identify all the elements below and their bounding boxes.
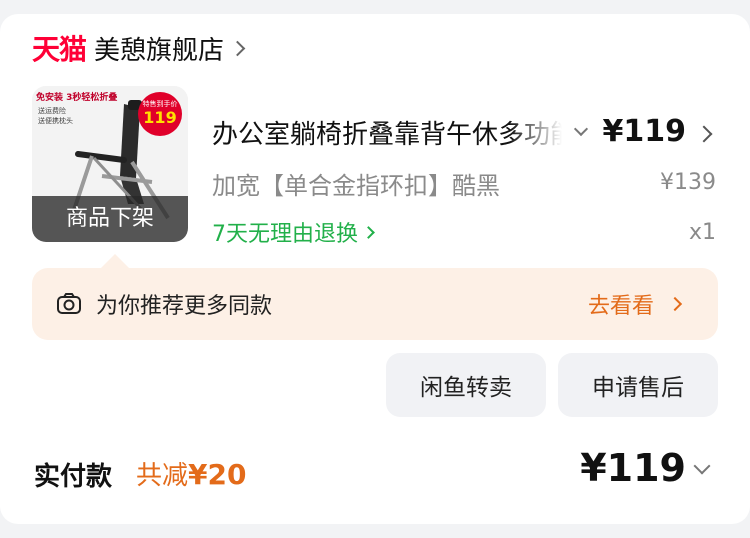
paid-label: 实付款 (34, 462, 113, 492)
resell-button[interactable]: 闲鱼转卖 (386, 353, 546, 417)
original-price: ¥139 (660, 170, 716, 195)
promo-lines: 送运费险 送便携枕头 (38, 106, 73, 126)
product-title-row[interactable]: 办公室躺椅折叠靠背午休多功能 (212, 112, 602, 152)
price-badge: 特售到手价 119 (138, 92, 182, 136)
shop-header[interactable]: 天猫 美憩旗舰店 (32, 28, 246, 68)
return-policy-label: 7天无理由退换 (212, 222, 358, 247)
total-amount: ¥119 (580, 446, 686, 490)
product-image[interactable]: 免安装 3秒轻松折叠 送运费险 送便携枕头 特售到手价 119 商品下架 (32, 86, 188, 242)
recommend-bar[interactable]: 为你推荐更多同款 去看看 (32, 268, 718, 340)
bubble-caret (101, 254, 129, 268)
go-look-label: 去看看 (587, 294, 654, 319)
quantity: x1 (688, 220, 716, 245)
discount-prefix: 共减 (136, 461, 189, 491)
go-look-button[interactable]: 去看看 (587, 268, 683, 340)
chevron-down-icon[interactable] (573, 121, 589, 137)
promo-headline: 免安装 3秒轻松折叠 (36, 93, 118, 103)
return-policy[interactable]: 7天无理由退换 (212, 216, 375, 248)
shop-name[interactable]: 美憩旗舰店 (94, 30, 224, 67)
product-price: ¥119 (602, 114, 687, 149)
chevron-right-icon (667, 296, 683, 312)
chevron-right-icon (229, 40, 246, 56)
discount-info: 共减¥20 (136, 455, 246, 492)
badge-price: 119 (143, 108, 177, 127)
tmall-logo: 天猫 (32, 33, 87, 66)
promo-line: 送便携枕头 (38, 117, 73, 125)
product-spec: 加宽【单合金指环扣】酷黑 (212, 172, 500, 200)
after-sale-button[interactable]: 申请售后 (558, 353, 718, 417)
product-title[interactable]: 办公室躺椅折叠靠背午休多功能 (212, 114, 562, 151)
camera-icon (57, 293, 81, 314)
discount-amount: ¥20 (188, 458, 247, 491)
recommend-text: 为你推荐更多同款 (96, 294, 273, 319)
delisted-overlay: 商品下架 (32, 196, 188, 242)
promo-line: 送运费险 (38, 107, 66, 115)
chevron-right-icon (362, 225, 375, 239)
